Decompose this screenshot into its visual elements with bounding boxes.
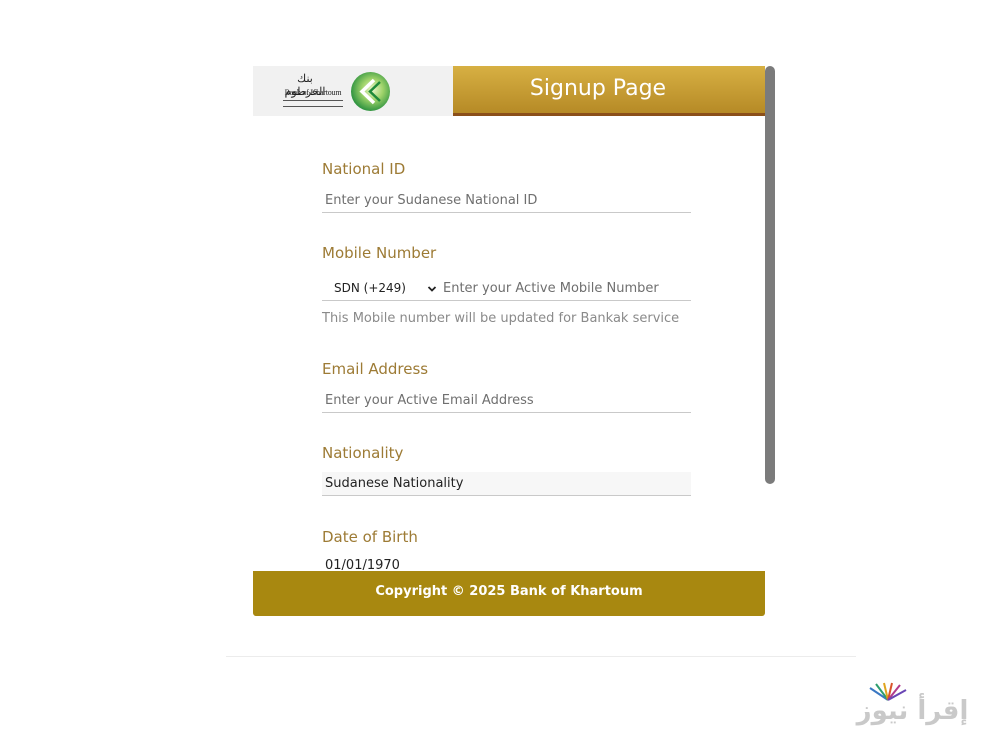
page-divider	[226, 656, 856, 657]
email-placeholder: Enter your Active Email Address	[325, 393, 534, 408]
nationality-value: Sudanese Nationality	[325, 476, 464, 491]
email-input[interactable]: Enter your Active Email Address	[322, 389, 691, 413]
email-label: Email Address	[322, 360, 429, 378]
watermark-text: إقرأ نيوز	[856, 696, 969, 726]
nationality-label: Nationality	[322, 444, 404, 462]
scrollbar-thumb[interactable]	[765, 66, 775, 484]
mobile-number-placeholder: Enter your Active Mobile Number	[443, 281, 659, 296]
country-code-select[interactable]: SDN (+249)	[322, 277, 442, 301]
national-id-label: National ID	[322, 160, 406, 178]
watermark: إقرأ نيوز	[850, 682, 975, 730]
logo-area: بنك الخرطوم Bank of Khartoum	[253, 66, 453, 116]
chevron-down-icon	[427, 286, 437, 292]
mobile-number-row: SDN (+249) Enter your Active Mobile Numb…	[322, 277, 691, 301]
logo-rule	[283, 106, 343, 107]
header: بنك الخرطوم Bank of Khartoum Signup Page	[253, 66, 765, 116]
logo-rule	[283, 100, 343, 101]
nationality-field[interactable]: Sudanese Nationality	[322, 472, 691, 496]
national-id-placeholder: Enter your Sudanese National ID	[325, 193, 538, 208]
copyright-text: Copyright © 2025 Bank of Khartoum	[375, 584, 643, 599]
page-title: Signup Page	[529, 76, 667, 101]
dob-label: Date of Birth	[322, 528, 418, 546]
mobile-number-label: Mobile Number	[322, 244, 437, 262]
bank-logo-icon	[351, 72, 390, 111]
logo-english-text: Bank of Khartoum	[284, 88, 342, 97]
signup-card: بنك الخرطوم Bank of Khartoum Signup Page	[253, 66, 765, 616]
mobile-number-input[interactable]: Enter your Active Mobile Number	[442, 277, 691, 301]
country-code-value: SDN (+249)	[334, 281, 406, 295]
national-id-input[interactable]: Enter your Sudanese National ID	[322, 189, 691, 213]
footer: Copyright © 2025 Bank of Khartoum	[253, 571, 765, 616]
mobile-helper-text: This Mobile number will be updated for B…	[322, 311, 680, 326]
